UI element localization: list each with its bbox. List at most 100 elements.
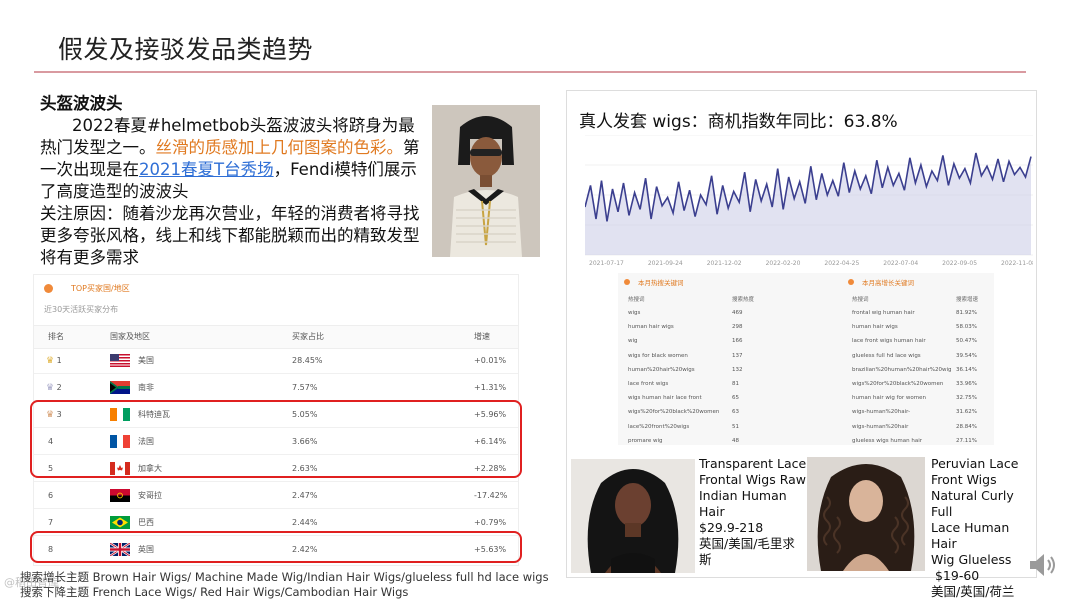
growth-keyword-term: wigs-human%20hair- xyxy=(852,409,911,416)
product1-line: Transparent Lace xyxy=(699,456,807,471)
hot-keyword-value: 298 xyxy=(732,324,743,331)
slide-title: 假发及接驳发品类趋势 xyxy=(58,35,314,64)
region-table-header: 排名 国家及地区 买家占比 增速 xyxy=(34,325,518,349)
growth-keyword-term: frontal wig human hair xyxy=(852,310,915,316)
table-row: ♛ 2 南非 7.57% +1.31% xyxy=(34,374,518,401)
region-table-title: TOP买家国/地区 xyxy=(71,284,130,293)
growth-keyword-term: glueless full hd lace wigs xyxy=(852,352,921,359)
country-name: 南非 xyxy=(138,383,154,392)
search-topic-notes: 搜索增长主题 Brown Hair Wigs/ Machine Made Wig… xyxy=(20,570,549,600)
hot-keyword-term: wig xyxy=(628,338,638,345)
chart-title: 真人发套 wigs：商机指数年同比：63.8% xyxy=(579,112,898,132)
product2-line: Peruvian Lace xyxy=(931,456,1019,471)
product1-markets: 英国/美国/毛里求 xyxy=(699,536,795,551)
orange-dot-icon xyxy=(44,284,53,293)
table-row: 6 安哥拉 2.47% -17.42% xyxy=(34,482,518,509)
product-photo-2 xyxy=(807,457,925,571)
watermark: @稻田智库 xyxy=(4,576,59,589)
growth-keyword-term: human hair wigs xyxy=(852,324,898,331)
rising-search-topics: 搜索增长主题 Brown Hair Wigs/ Machine Made Wig… xyxy=(20,570,549,584)
x-tick-label: 2022-02-20 xyxy=(766,260,801,267)
hot-keyword-value: 166 xyxy=(732,338,743,345)
buyer-share: 28.45% xyxy=(292,356,323,365)
runway-link[interactable]: 2021春夏T台秀场 xyxy=(139,160,274,179)
col-share: 买家占比 xyxy=(292,332,324,341)
growth-keyword-value: 28.84% xyxy=(956,423,977,430)
trend-reason: 关注原因：随着沙龙再次营业，年轻的消费者将寻找更多夸张风格，线上和线下都能脱颖而… xyxy=(40,204,420,267)
product2-price: $19-60 xyxy=(931,568,980,583)
highlight-box-row-8 xyxy=(30,531,522,563)
country-name: 美国 xyxy=(138,356,154,365)
hot-keyword-value: 469 xyxy=(732,310,743,316)
hot-keyword-term: human hair wigs xyxy=(628,324,674,331)
hot-keyword-term: wigs for black women xyxy=(628,352,688,359)
growth-rate: +1.31% xyxy=(474,383,507,392)
growth-keyword-term: human hair wig for women xyxy=(852,395,926,402)
hot-keyword-term: promare wig xyxy=(628,437,663,444)
x-tick-label: 2022-09-05 xyxy=(942,260,977,267)
growth-keyword-term: wigs-human%20hair xyxy=(852,423,909,430)
highlight-box-rows-3-5 xyxy=(30,400,522,478)
growth-keyword-value: 32.75% xyxy=(956,395,977,402)
wigs-trend-panel: 真人发套 wigs：商机指数年同比：63.8% 2021-07-17 2021-0… xyxy=(566,90,1037,599)
hot-keyword-value: 63 xyxy=(732,409,739,416)
product2-line: Wig Glueless xyxy=(931,552,1012,567)
growth-keyword-term: brazilian%20human%20hair%20wig xyxy=(852,366,952,373)
growth-keyword-value: 36.14% xyxy=(956,366,977,373)
growth-keyword-value: 33.96% xyxy=(956,381,977,387)
speaker-icon[interactable] xyxy=(1026,550,1062,580)
hot-keyword-value: 81 xyxy=(732,381,739,387)
hot-keyword-value: 65 xyxy=(732,395,739,402)
growth-rate: +0.01% xyxy=(474,356,507,365)
hot-keyword-value: 48 xyxy=(732,437,739,444)
hot-keywords-col-term: 热搜词 xyxy=(628,297,645,303)
growth-keyword-value: 31.62% xyxy=(956,409,977,416)
orange-dot-icon xyxy=(848,279,854,285)
keyword-tables: 本月热搜关键词 热搜词 搜索热度 本月高增长关键词 热搜词 搜索增速 wigs 4… xyxy=(618,273,994,445)
x-tick-label: 2022-04-25 xyxy=(824,260,859,267)
product2-line: Front Wigs xyxy=(931,472,997,487)
product1-markets-cont: 斯 xyxy=(699,552,712,567)
growth-keyword-term: wigs%20for%20black%20women xyxy=(852,381,944,387)
hot-keyword-term: lace%20front%20wigs xyxy=(628,423,690,430)
rank: 6 xyxy=(48,491,54,500)
buyer-share: 7.57% xyxy=(292,383,318,392)
trend-heading: 头盔波波头 xyxy=(40,94,123,113)
growth-keyword-value: 81.92% xyxy=(956,310,977,316)
growth-keyword-value: 50.47% xyxy=(956,338,977,345)
product2-line: Natural Curly Full xyxy=(931,488,1014,519)
hot-keywords-col-value: 搜索热度 xyxy=(732,297,755,303)
growth-keyword-value: 27.11% xyxy=(956,437,977,444)
product1-line: Frontal Wigs Raw xyxy=(699,472,806,487)
growth-keyword-value: 58.03% xyxy=(956,324,977,331)
table-row: ♛ 1 美国 28.45% +0.01% xyxy=(34,347,518,374)
hot-keyword-value: 51 xyxy=(732,423,739,430)
col-country: 国家及地区 xyxy=(110,332,150,341)
growth-keyword-term: lace front wigs human hair xyxy=(852,338,926,345)
hot-keyword-term: wigs human hair lace front xyxy=(628,395,702,402)
product2-line: Lace Human Hair xyxy=(931,520,1010,551)
series-area xyxy=(585,153,1031,255)
x-tick-label: 2021-12-02 xyxy=(707,260,742,267)
buyer-share: 2.47% xyxy=(292,491,318,500)
angola-flag-icon xyxy=(110,489,130,502)
usa-flag-icon xyxy=(110,354,130,367)
growth-rate: -17.42% xyxy=(474,491,508,500)
hot-keywords-heading: 本月热搜关键词 xyxy=(624,277,684,287)
south-africa-flag-icon xyxy=(110,381,130,394)
x-tick-label: 2021-09-24 xyxy=(648,260,683,267)
growth-keywords-col-term: 热搜词 xyxy=(852,297,869,303)
helmet-bob-model-photo xyxy=(432,105,540,257)
growth-keywords-heading: 本月高增长关键词 xyxy=(848,277,914,287)
orange-dot-icon xyxy=(624,279,630,285)
product-info-1: Transparent Lace Frontal Wigs Raw Indian… xyxy=(699,456,806,568)
hot-keyword-value: 132 xyxy=(732,366,743,373)
trend-description: 头盔波波头 2022春夏#helmetbob头盔波波头将跻身为最热门发型之一。丝… xyxy=(40,93,420,269)
col-rank: 排名 xyxy=(48,332,64,341)
x-axis-ticks: 2021-07-17 2021-09-24 2021-12-02 2022-02-20… xyxy=(589,260,1033,267)
falling-search-topics: 搜索下降主题 French Lace Wigs/ Red Hair Wigs/C… xyxy=(20,585,409,599)
hot-keyword-term: human%20hair%20wigs xyxy=(628,366,695,373)
product2-markets: 美国/英国/荷兰 xyxy=(931,584,1015,599)
product1-line: Hair xyxy=(699,504,725,519)
gold-crown-icon: ♛ xyxy=(46,356,55,366)
